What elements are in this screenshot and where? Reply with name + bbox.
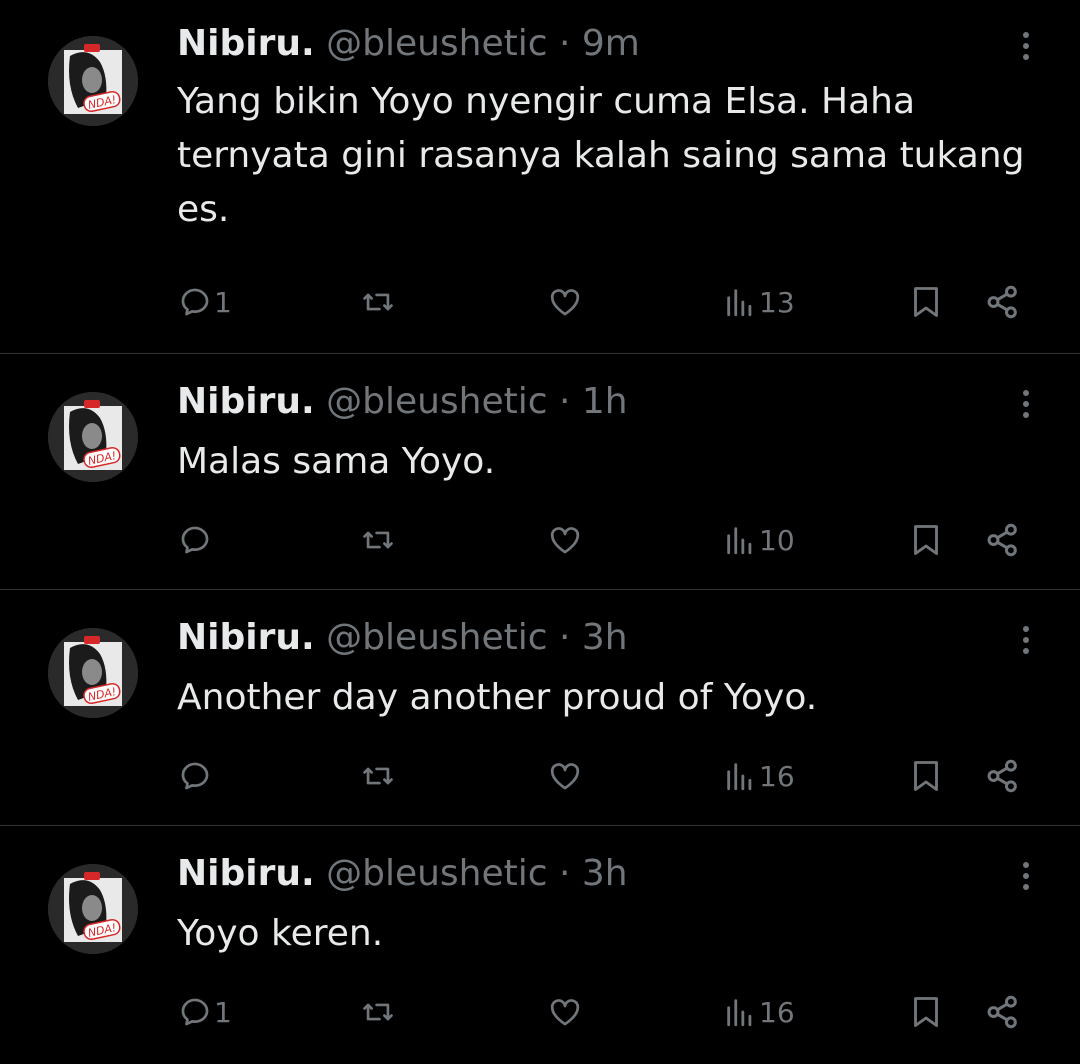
header-separator: · bbox=[559, 617, 571, 658]
bookmark-button[interactable] bbox=[908, 280, 944, 324]
share-button[interactable] bbox=[984, 280, 1022, 324]
views-button[interactable]: 16 bbox=[723, 990, 795, 1034]
like-button[interactable] bbox=[547, 280, 583, 324]
views-count: 10 bbox=[759, 523, 795, 557]
display-name[interactable]: Nibiru. bbox=[177, 617, 315, 658]
tweet-header: Nibiru. @bleushetic · 9m bbox=[177, 22, 640, 66]
tweet-actions: 1 16 bbox=[0, 990, 1080, 1034]
like-icon bbox=[550, 999, 580, 1026]
reply-count: 1 bbox=[214, 995, 232, 1029]
share-button[interactable] bbox=[984, 990, 1022, 1034]
views-button[interactable]: 10 bbox=[723, 518, 795, 562]
reply-icon bbox=[181, 762, 209, 790]
share-icon bbox=[987, 523, 1017, 557]
bookmark-button[interactable] bbox=[908, 990, 944, 1034]
bookmark-icon bbox=[914, 287, 938, 317]
avatar[interactable]: NDA! bbox=[48, 36, 138, 126]
bookmark-button[interactable] bbox=[908, 754, 944, 798]
more-icon[interactable] bbox=[1012, 854, 1040, 898]
views-icon bbox=[727, 763, 752, 791]
tweet-actions: 10 bbox=[0, 518, 1080, 562]
tweet-text: Malas sama Yoyo. bbox=[177, 441, 496, 482]
user-handle[interactable]: @bleushetic bbox=[326, 23, 547, 64]
header-separator: · bbox=[559, 23, 571, 64]
tweet-header: Nibiru. @bleushetic · 1h bbox=[177, 380, 628, 424]
retweet-icon bbox=[363, 531, 393, 549]
views-icon bbox=[727, 999, 752, 1027]
retweet-button[interactable] bbox=[360, 990, 396, 1034]
reply-button[interactable]: 1 bbox=[178, 990, 232, 1034]
avatar[interactable]: NDA! bbox=[48, 864, 138, 954]
like-button[interactable] bbox=[547, 990, 583, 1034]
tweet-card[interactable]: NDA! Nibiru. @bleushetic · 1h Malas sama… bbox=[0, 354, 1080, 590]
display-name[interactable]: Nibiru. bbox=[177, 381, 315, 422]
like-icon bbox=[550, 289, 580, 316]
bookmark-icon bbox=[914, 525, 938, 555]
retweet-button[interactable] bbox=[360, 518, 396, 562]
tweet-timestamp[interactable]: 9m bbox=[582, 23, 640, 64]
header-separator: · bbox=[559, 381, 571, 422]
tweet-header: Nibiru. @bleushetic · 3h bbox=[177, 852, 628, 896]
more-icon[interactable] bbox=[1012, 618, 1040, 662]
retweet-button[interactable] bbox=[360, 754, 396, 798]
retweet-button[interactable] bbox=[360, 280, 396, 324]
bookmark-icon bbox=[914, 997, 938, 1027]
reply-icon bbox=[181, 526, 209, 554]
views-icon bbox=[727, 289, 752, 317]
avatar-image: NDA! bbox=[48, 36, 138, 126]
avatar-image: NDA! bbox=[48, 628, 138, 718]
more-icon[interactable] bbox=[1012, 24, 1040, 68]
share-icon bbox=[987, 995, 1017, 1029]
user-handle[interactable]: @bleushetic bbox=[326, 617, 547, 658]
avatar[interactable]: NDA! bbox=[48, 628, 138, 718]
tweet-timestamp[interactable]: 1h bbox=[582, 381, 628, 422]
like-button[interactable] bbox=[547, 754, 583, 798]
views-count: 13 bbox=[759, 285, 795, 319]
share-button[interactable] bbox=[984, 754, 1022, 798]
views-count: 16 bbox=[759, 995, 795, 1029]
display-name[interactable]: Nibiru. bbox=[177, 853, 315, 894]
user-handle[interactable]: @bleushetic bbox=[326, 853, 547, 894]
tweet-actions: 16 bbox=[0, 754, 1080, 798]
retweet-icon bbox=[363, 293, 393, 311]
reply-icon bbox=[181, 288, 209, 316]
tweet-card[interactable]: NDA! Nibiru. @bleushetic · 3h Yoyo keren… bbox=[0, 826, 1080, 1064]
views-count: 16 bbox=[759, 759, 795, 793]
bookmark-button[interactable] bbox=[908, 518, 944, 562]
retweet-icon bbox=[363, 1003, 393, 1021]
user-handle[interactable]: @bleushetic bbox=[326, 381, 547, 422]
avatar[interactable]: NDA! bbox=[48, 392, 138, 482]
tweet-timestamp[interactable]: 3h bbox=[582, 617, 628, 658]
views-button[interactable]: 16 bbox=[723, 754, 795, 798]
timeline-feed: NDA! Nibiru. @bleushetic · 9m Yang bikin… bbox=[0, 0, 1080, 1064]
tweet-header: Nibiru. @bleushetic · 3h bbox=[177, 616, 628, 660]
bookmark-icon bbox=[914, 761, 938, 791]
reply-icon bbox=[181, 998, 209, 1026]
retweet-icon bbox=[363, 767, 393, 785]
share-button[interactable] bbox=[984, 518, 1022, 562]
tweet-actions: 1 13 bbox=[0, 280, 1080, 324]
tweet-card[interactable]: NDA! Nibiru. @bleushetic · 9m Yang bikin… bbox=[0, 0, 1080, 354]
more-icon[interactable] bbox=[1012, 382, 1040, 426]
views-button[interactable]: 13 bbox=[723, 280, 795, 324]
reply-count: 1 bbox=[214, 285, 232, 319]
like-icon bbox=[550, 763, 580, 790]
share-icon bbox=[987, 759, 1017, 793]
reply-button[interactable] bbox=[178, 518, 214, 562]
reply-button[interactable] bbox=[178, 754, 214, 798]
avatar-image: NDA! bbox=[48, 864, 138, 954]
avatar-image: NDA! bbox=[48, 392, 138, 482]
tweet-text: Another day another proud of Yoyo. bbox=[177, 677, 818, 718]
share-icon bbox=[987, 285, 1017, 319]
tweet-text: Yoyo keren. bbox=[177, 913, 384, 954]
like-button[interactable] bbox=[547, 518, 583, 562]
display-name[interactable]: Nibiru. bbox=[177, 23, 315, 64]
views-icon bbox=[727, 527, 752, 555]
header-separator: · bbox=[559, 853, 571, 894]
tweet-timestamp[interactable]: 3h bbox=[582, 853, 628, 894]
reply-button[interactable]: 1 bbox=[178, 280, 232, 324]
tweet-text: Yang bikin Yoyo nyengir cuma Elsa. Haha … bbox=[177, 81, 1025, 230]
tweet-card[interactable]: NDA! Nibiru. @bleushetic · 3h Another da… bbox=[0, 590, 1080, 826]
like-icon bbox=[550, 527, 580, 554]
